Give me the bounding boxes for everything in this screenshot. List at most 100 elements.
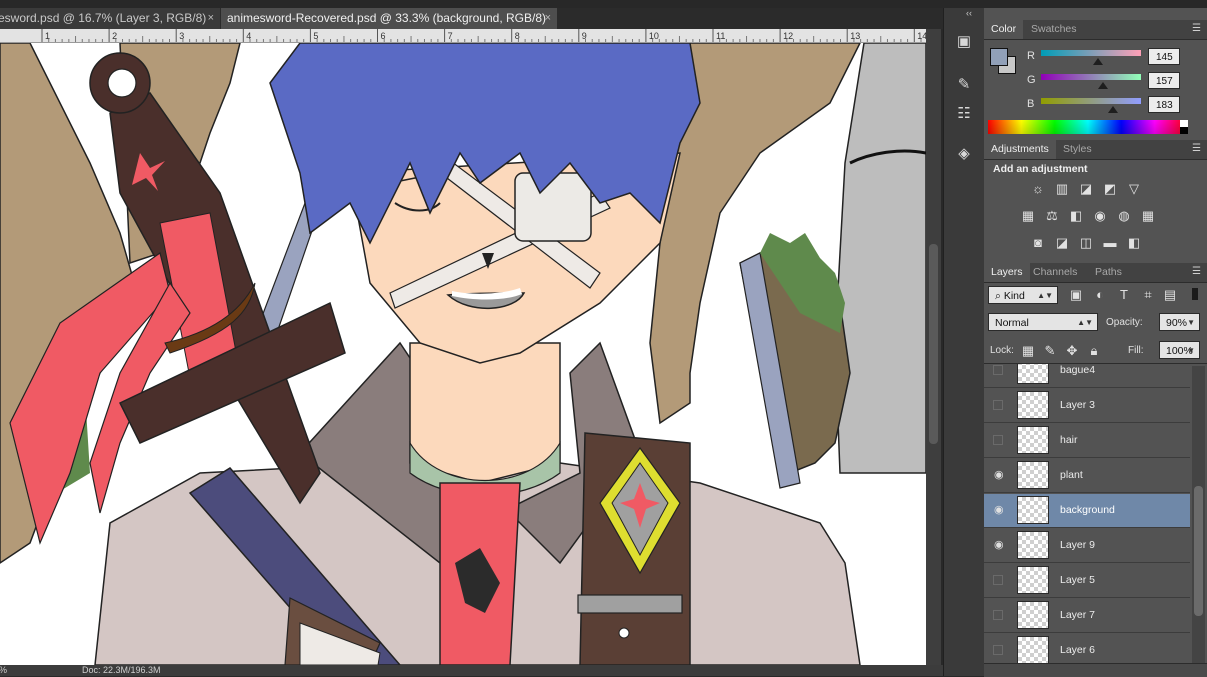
vibrance-icon[interactable]: ▽ bbox=[1126, 182, 1142, 196]
blend-mode-label: Normal bbox=[995, 317, 1029, 329]
green-value-field[interactable]: 157 bbox=[1148, 72, 1180, 89]
layer-row[interactable]: ◉ background bbox=[984, 494, 1190, 528]
layer-row[interactable]: Layer 7 bbox=[984, 599, 1190, 633]
ruler-tick-label: 7 bbox=[448, 31, 453, 41]
fill-field[interactable]: 100% ▼ bbox=[1159, 341, 1200, 359]
lock-all-icon[interactable]: 🔒︎ bbox=[1086, 344, 1102, 358]
panel-menu-icon[interactable]: ☰ bbox=[1192, 23, 1201, 34]
adjustments-panel-tabs: Adjustments Styles ☰ bbox=[984, 140, 1207, 160]
layer-row[interactable]: hair bbox=[984, 424, 1190, 458]
properties-panel-icon[interactable]: ☷ bbox=[952, 103, 976, 125]
blue-slider[interactable] bbox=[1041, 98, 1141, 104]
layer-thumbnail bbox=[1017, 461, 1049, 489]
black-white-icon[interactable]: ◧ bbox=[1068, 209, 1084, 223]
blue-slider-knob[interactable] bbox=[1107, 106, 1118, 113]
color-spectrum-bar[interactable] bbox=[988, 120, 1188, 134]
threshold-icon[interactable]: ◫ bbox=[1078, 236, 1094, 250]
visibility-toggle[interactable] bbox=[993, 610, 1003, 620]
exposure-icon[interactable]: ◩ bbox=[1102, 182, 1118, 196]
layer-row[interactable]: ◉ Layer 9 bbox=[984, 529, 1190, 563]
layer-list-scrollbar[interactable] bbox=[1192, 366, 1205, 663]
panel-menu-icon[interactable]: ☰ bbox=[1192, 266, 1201, 277]
layer-thumbnail bbox=[1017, 601, 1049, 629]
layer-row[interactable]: bague4 bbox=[984, 364, 1190, 388]
visibility-toggle[interactable] bbox=[993, 365, 1003, 375]
close-icon[interactable]: × bbox=[208, 8, 214, 29]
tab-color[interactable]: Color bbox=[984, 20, 1024, 39]
adjustment-filter-icon[interactable]: ◐ bbox=[1092, 288, 1108, 302]
red-slider[interactable] bbox=[1041, 50, 1141, 56]
ruler-tick-label: 6 bbox=[381, 31, 386, 41]
eye-icon[interactable]: ◉ bbox=[994, 470, 1005, 481]
visibility-toggle[interactable] bbox=[993, 400, 1003, 410]
eye-icon[interactable]: ◉ bbox=[994, 505, 1005, 516]
filter-toggle[interactable] bbox=[1192, 288, 1198, 300]
red-slider-row: R 145 bbox=[984, 46, 1207, 68]
layer-row[interactable]: Layer 3 bbox=[984, 389, 1190, 423]
red-slider-knob[interactable] bbox=[1092, 58, 1103, 65]
tab-layers[interactable]: Layers bbox=[984, 263, 1030, 282]
layer-row[interactable]: Layer 5 bbox=[984, 564, 1190, 598]
document-tab-animesword-recovered[interactable]: animesword-Recovered.psd @ 33.3% (backgr… bbox=[221, 8, 557, 29]
green-slider[interactable] bbox=[1041, 74, 1141, 80]
channel-mixer-icon[interactable]: ◍ bbox=[1116, 209, 1132, 223]
photo-filter-icon[interactable]: ◉ bbox=[1092, 209, 1108, 223]
layer-row[interactable]: Layer 6 bbox=[984, 634, 1190, 664]
ruler-tick-label: 9 bbox=[582, 31, 587, 41]
invert-icon[interactable]: ◙ bbox=[1030, 236, 1046, 250]
smart-object-filter-icon[interactable]: ▤ bbox=[1162, 288, 1178, 302]
type-filter-icon[interactable]: T bbox=[1116, 288, 1132, 302]
shape-filter-icon[interactable]: ⌗ bbox=[1140, 288, 1156, 302]
document-canvas[interactable] bbox=[0, 43, 926, 665]
zoom-level[interactable]: 3% bbox=[0, 665, 7, 676]
gradient-map-icon[interactable]: ▬ bbox=[1102, 236, 1118, 250]
tab-paths[interactable]: Paths bbox=[1088, 263, 1129, 282]
eye-icon[interactable]: ◉ bbox=[994, 540, 1005, 551]
visibility-toggle[interactable] bbox=[993, 435, 1003, 445]
canvas-vertical-scrollbar[interactable] bbox=[926, 29, 941, 665]
spectrum-black-white[interactable] bbox=[1180, 120, 1188, 134]
layer-thumbnail bbox=[1017, 531, 1049, 559]
blue-slider-row: B 183 bbox=[984, 94, 1207, 116]
search-icon: ⌕ bbox=[995, 290, 1004, 302]
blue-value-field[interactable]: 183 bbox=[1148, 96, 1180, 113]
posterize-icon[interactable]: ◪ bbox=[1054, 236, 1070, 250]
red-value-field[interactable]: 145 bbox=[1148, 48, 1180, 65]
layer-filter-kind[interactable]: ⌕ Kind ▲▼ bbox=[988, 286, 1058, 304]
3d-panel-icon[interactable]: ◈ bbox=[952, 143, 976, 165]
panel-menu-icon[interactable]: ☰ bbox=[1192, 143, 1201, 154]
tab-styles[interactable]: Styles bbox=[1056, 140, 1099, 159]
lock-transparent-icon[interactable]: ▦ bbox=[1020, 344, 1036, 358]
tab-channels[interactable]: Channels bbox=[1026, 263, 1084, 282]
scrollbar-thumb[interactable] bbox=[1194, 486, 1203, 616]
color-lookup-icon[interactable]: ▦ bbox=[1140, 209, 1156, 223]
brightness-icon[interactable]: ☼ bbox=[1030, 182, 1046, 196]
brush-presets-icon[interactable]: ✎ bbox=[952, 74, 976, 96]
selective-color-icon[interactable]: ◧ bbox=[1126, 236, 1142, 250]
close-icon[interactable]: × bbox=[545, 8, 551, 29]
history-panel-icon[interactable]: ▣ bbox=[952, 31, 976, 53]
layer-row[interactable]: ◉ plant bbox=[984, 459, 1190, 493]
lock-brush-icon[interactable]: ✎ bbox=[1042, 344, 1058, 358]
tab-adjustments[interactable]: Adjustments bbox=[984, 140, 1056, 159]
levels-icon[interactable]: ▥ bbox=[1054, 182, 1070, 196]
ruler-tick-label: 12 bbox=[783, 31, 793, 41]
visibility-toggle[interactable] bbox=[993, 575, 1003, 585]
collapse-panels-icon[interactable]: ‹‹ bbox=[966, 8, 972, 18]
layer-thumbnail bbox=[1017, 496, 1049, 524]
blend-mode-dropdown[interactable]: Normal ▲▼ bbox=[988, 313, 1098, 331]
visibility-toggle[interactable] bbox=[993, 645, 1003, 655]
scrollbar-thumb[interactable] bbox=[929, 244, 938, 444]
pixel-filter-icon[interactable]: ▣ bbox=[1068, 288, 1084, 302]
green-slider-knob[interactable] bbox=[1097, 82, 1108, 89]
color-balance-icon[interactable]: ⚖ bbox=[1044, 209, 1060, 223]
green-label: G bbox=[1027, 74, 1036, 86]
hue-saturation-icon[interactable]: ▦ bbox=[1020, 209, 1036, 223]
tab-swatches[interactable]: Swatches bbox=[1024, 20, 1084, 39]
curves-icon[interactable]: ◪ bbox=[1078, 182, 1094, 196]
layer-name: Layer 6 bbox=[1060, 644, 1096, 656]
horizontal-ruler[interactable]: 1234567891011121314 bbox=[0, 29, 926, 43]
document-tab-animesword[interactable]: esword.psd @ 16.7% (Layer 3, RGB/8) × bbox=[0, 8, 220, 29]
opacity-field[interactable]: 90% ▼ bbox=[1159, 313, 1200, 331]
lock-position-icon[interactable]: ✥ bbox=[1064, 344, 1080, 358]
